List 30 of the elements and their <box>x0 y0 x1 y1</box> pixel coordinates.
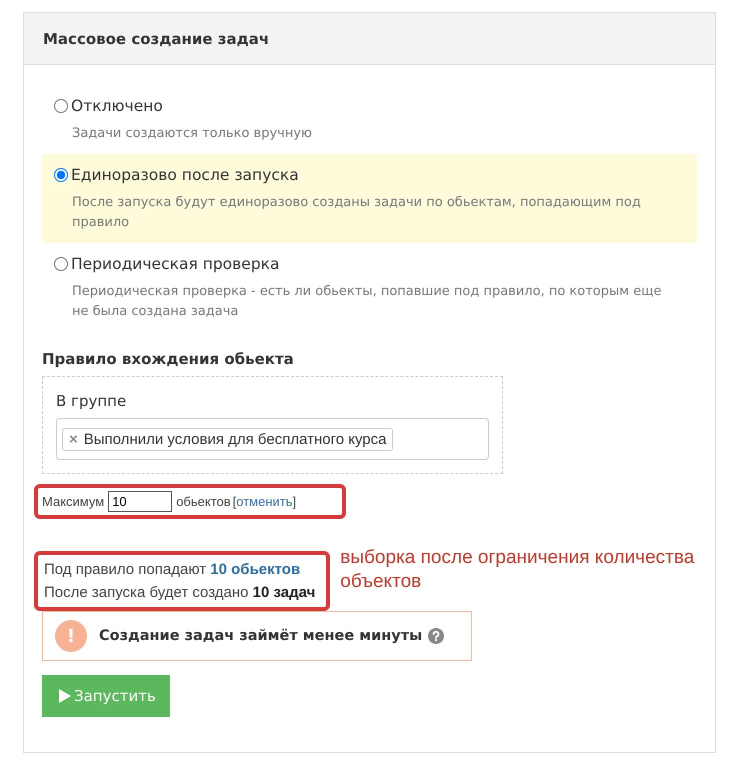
warning-icon: ! <box>55 620 87 652</box>
radio-button[interactable] <box>54 99 68 113</box>
option-description: Периодическая проверка - есть ли обьекты, попавшие под правило, по которым еще не была создана задача <box>72 283 662 321</box>
option-description: Задачи создаются только вручную <box>72 125 313 143</box>
option-label: Отключено <box>71 97 163 115</box>
section-title: Правило вхождения обьекта <box>42 350 295 368</box>
limit-label: Максимум <box>42 494 104 509</box>
option-label: Периодическая проверка <box>71 255 280 273</box>
selected-option-background[interactable]: Единоразово после запуска После запуска будут единоразово созданы задачи по обьектам, попадающим под правило <box>42 154 697 243</box>
limit-label: обьектов <box>176 494 231 509</box>
tag-select-field[interactable]: × Выполнили условия для бесплатного курса <box>56 418 489 460</box>
option-row[interactable]: Отключено Задачи создаются только вручную <box>42 85 697 154</box>
summary-line: Под правило попадают 10 обьектов <box>44 560 302 580</box>
group-label: В группе <box>56 392 128 410</box>
bracket-text: [отменить] <box>232 494 296 509</box>
panel-title: Массовое создание задач <box>43 30 270 48</box>
option-label: Единоразово после запуска <box>71 166 299 184</box>
option-description: После запуска будут единоразово созданы задачи по обьектам, попадающим под правило <box>72 194 642 232</box>
summary-line: После запуска будет создано 10 задач <box>44 583 316 603</box>
tag-label: Выполнили условия для бесплатного курса <box>84 430 386 448</box>
remove-icon[interactable]: × <box>69 430 78 448</box>
option-row[interactable]: Периодическая проверка Периодическая проверка - есть ли обьекты, попавшие под правило, по которым еще не была создана задача <box>42 243 697 332</box>
notice-text: Создание задач займёт менее минуты <box>99 628 422 644</box>
max-input[interactable]: 10 <box>108 491 172 512</box>
radio-button[interactable] <box>54 257 68 271</box>
cancel-link[interactable]: отменить <box>236 494 293 509</box>
help-icon[interactable] <box>428 628 444 644</box>
play-icon <box>58 688 72 704</box>
annotation-note: выборка после ограничения количества объектов <box>340 546 696 594</box>
radio-button[interactable] <box>54 168 68 182</box>
